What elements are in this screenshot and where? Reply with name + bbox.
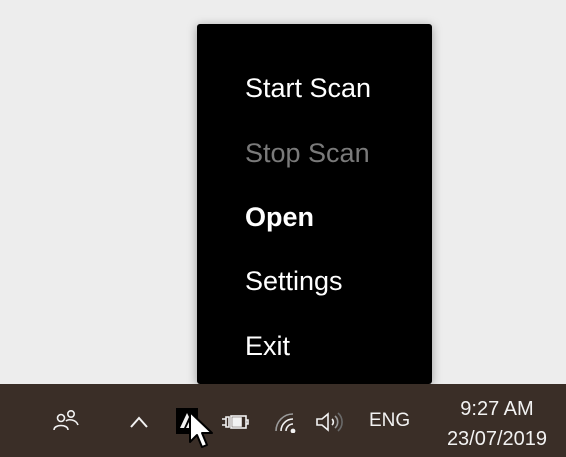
people-icon[interactable] xyxy=(52,406,80,436)
clock[interactable]: 9:27 AM 23/07/2019 xyxy=(432,394,562,454)
wifi-icon[interactable] xyxy=(272,410,298,434)
menu-item-start-scan[interactable]: Start Scan xyxy=(245,72,371,104)
clock-time: 9:27 AM xyxy=(460,398,534,420)
menu-item-open[interactable]: Open xyxy=(245,201,314,233)
menu-item-exit[interactable]: Exit xyxy=(245,330,290,362)
chevron-up-icon[interactable] xyxy=(127,410,151,434)
menu-item-stop-scan: Stop Scan xyxy=(245,138,370,168)
power-battery-icon[interactable] xyxy=(220,410,250,434)
tray-context-menu: Start Scan Stop Scan Open Settings Exit xyxy=(197,24,432,384)
language-indicator[interactable]: ENG xyxy=(369,410,410,432)
menu-item-settings[interactable]: Settings xyxy=(245,265,343,297)
taskbar: ENG 9:27 AM 23/07/2019 xyxy=(0,384,566,457)
speaker-icon[interactable] xyxy=(313,410,349,434)
clock-date: 23/07/2019 xyxy=(446,428,548,450)
mouse-pointer-icon xyxy=(188,410,214,455)
